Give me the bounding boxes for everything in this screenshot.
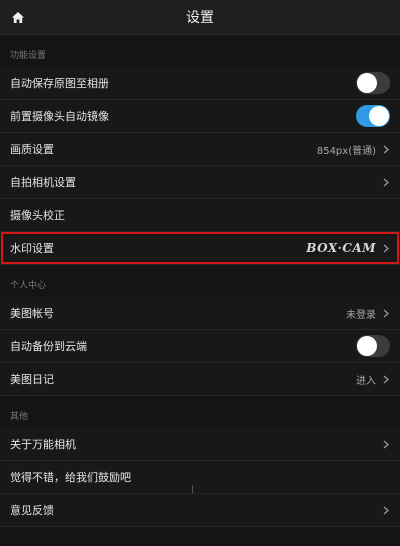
toggle-knob bbox=[357, 336, 377, 356]
row-quality-settings[interactable]: 画质设置 854px(普通) bbox=[0, 133, 400, 166]
row-about-app[interactable]: 关于万能相机 bbox=[0, 428, 400, 461]
row-label: 关于万能相机 bbox=[10, 438, 76, 451]
front-camera-mirror-toggle[interactable] bbox=[356, 105, 390, 127]
row-front-camera-mirror: 前置摄像头自动镜像 bbox=[0, 100, 400, 133]
row-meitu-diary[interactable]: 美图日记 进入 bbox=[0, 363, 400, 396]
chevron-right-icon bbox=[382, 375, 390, 383]
row-feedback[interactable]: 意见反馈 bbox=[0, 494, 400, 527]
row-label: 自动备份到云端 bbox=[10, 340, 87, 353]
home-button[interactable] bbox=[8, 7, 28, 27]
page-title: 设置 bbox=[186, 10, 214, 26]
row-rate-us[interactable]: 觉得不错，给我们鼓励吧 bbox=[0, 461, 400, 494]
row-label: 美图日记 bbox=[10, 373, 54, 386]
row-watermark-settings[interactable]: 水印设置 BOX·CAM bbox=[0, 232, 400, 265]
top-bar: 设置 bbox=[0, 0, 400, 35]
toggle-knob bbox=[357, 73, 377, 93]
section-header-other: 其他 bbox=[0, 396, 400, 428]
row-label: 自拍相机设置 bbox=[10, 176, 76, 189]
row-camera-calibration[interactable]: 摄像头校正 bbox=[0, 199, 400, 232]
row-auto-save-original: 自动保存原图至相册 bbox=[0, 67, 400, 100]
row-label: 觉得不错，给我们鼓励吧 bbox=[10, 471, 131, 484]
chevron-right-icon bbox=[382, 145, 390, 153]
chevron-right-icon bbox=[382, 506, 390, 514]
row-label: 水印设置 bbox=[10, 242, 54, 255]
auto-save-toggle[interactable] bbox=[356, 72, 390, 94]
row-label: 画质设置 bbox=[10, 143, 54, 156]
account-status-value: 未登录 bbox=[346, 309, 376, 321]
row-cloud-backup: 自动备份到云端 bbox=[0, 330, 400, 363]
cursor-mark bbox=[192, 485, 193, 493]
quality-value: 854px(普通) bbox=[316, 145, 376, 157]
watermark-logo: BOX·CAM bbox=[306, 241, 376, 255]
row-label: 美图帐号 bbox=[10, 307, 54, 320]
row-selfie-camera-settings[interactable]: 自拍相机设置 bbox=[0, 166, 400, 199]
cloud-backup-toggle[interactable] bbox=[356, 335, 390, 357]
section-header-personal: 个人中心 bbox=[0, 265, 400, 297]
row-label: 意见反馈 bbox=[10, 504, 54, 517]
chevron-right-icon bbox=[382, 440, 390, 448]
home-icon bbox=[12, 11, 24, 23]
diary-enter-value: 进入 bbox=[356, 375, 376, 387]
section-header-function: 功能设置 bbox=[0, 35, 400, 67]
row-label: 自动保存原图至相册 bbox=[10, 77, 109, 90]
row-label: 前置摄像头自动镜像 bbox=[10, 110, 109, 123]
row-meitu-account[interactable]: 美图帐号 未登录 bbox=[0, 297, 400, 330]
toggle-knob bbox=[369, 106, 389, 126]
row-label: 摄像头校正 bbox=[10, 209, 65, 222]
chevron-right-icon bbox=[382, 309, 390, 317]
chevron-right-icon bbox=[382, 244, 390, 252]
chevron-right-icon bbox=[382, 178, 390, 186]
